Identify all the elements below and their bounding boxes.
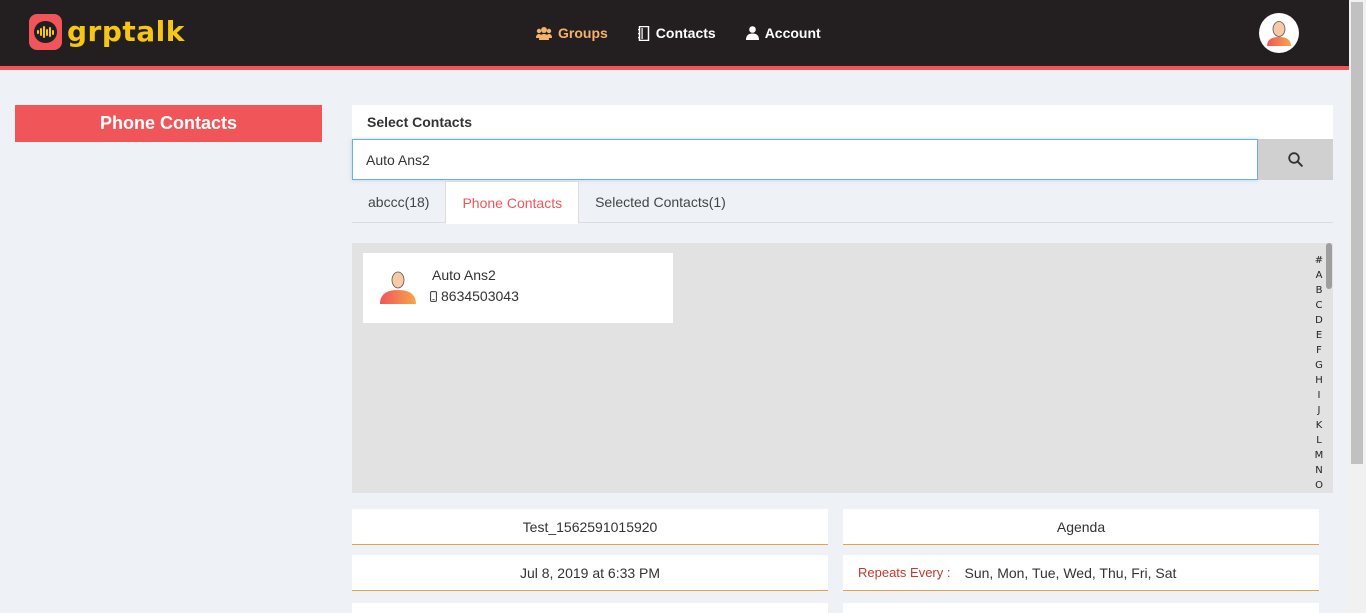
logo-text: grptalk [67,15,185,48]
search-icon [1288,152,1303,167]
nav-contacts-label: Contacts [655,25,716,41]
tab-abccc[interactable]: abccc(18) [352,181,445,223]
group-name-field: Test_1562591015920 [352,509,828,545]
search-input[interactable] [352,139,1258,180]
grptalk-logo-icon [29,14,62,50]
main-nav: Groups Contacts Account [536,22,851,44]
nav-account[interactable]: Account [745,22,821,44]
repeats-days: Sun, Mon, Tue, Wed, Thu, Fri, Sat [964,564,1177,581]
nav-groups[interactable]: Groups [536,22,608,44]
next-field-right [843,603,1319,613]
page-scrollbar[interactable] [1349,0,1366,613]
top-navbar: grptalk Groups Contacts Account [0,0,1349,66]
user-icon [745,26,759,40]
tab-selected-contacts[interactable]: Selected Contacts(1) [579,181,742,223]
contacts-scrollbar[interactable] [1324,243,1333,493]
group-name: Test_1562591015920 [522,518,658,535]
mobile-icon [430,290,437,302]
user-avatar-icon [1267,21,1291,46]
select-contacts-header: Select Contacts [352,105,1333,139]
contact-phone-number: 8634503043 [441,288,519,304]
repeats-label: Repeats Every : [858,565,951,580]
contacts-list: Auto Ans2 8634503043 # A B C D E F G H I… [352,243,1333,493]
schedule-field[interactable]: Jul 8, 2019 at 6:33 PM [352,555,828,591]
repeats-field[interactable]: Repeats Every : Sun, Mon, Tue, Wed, Thu,… [843,555,1319,591]
page-scrollbar-thumb[interactable] [1351,2,1363,464]
agenda-field[interactable]: Agenda [843,509,1319,545]
schedule-datetime: Jul 8, 2019 at 6:33 PM [519,564,661,581]
search-button[interactable] [1258,139,1333,180]
select-contacts-label: Select Contacts [367,114,473,130]
agenda-label: Agenda [1056,518,1106,535]
users-icon [536,27,552,40]
nav-contacts[interactable]: Contacts [637,22,716,44]
contacts-scrollbar-thumb[interactable] [1326,243,1332,289]
profile-avatar[interactable] [1259,13,1299,53]
sidebar-title: Phone Contacts [15,105,322,142]
nav-account-label: Account [764,25,821,41]
next-field-left [352,603,828,613]
logo[interactable]: grptalk [29,14,185,50]
nav-groups-label: Groups [558,25,608,41]
tab-phone-contacts[interactable]: Phone Contacts [445,181,580,224]
contact-phone: 8634503043 [430,288,519,304]
contact-name: Auto Ans2 [432,267,496,283]
list-item[interactable]: Auto Ans2 8634503043 [363,253,673,323]
address-book-icon [637,25,650,41]
header-accent-line [0,66,1349,70]
contact-avatar-icon [380,271,416,304]
contact-tabs: abccc(18) Phone Contacts Selected Contac… [352,181,1333,224]
